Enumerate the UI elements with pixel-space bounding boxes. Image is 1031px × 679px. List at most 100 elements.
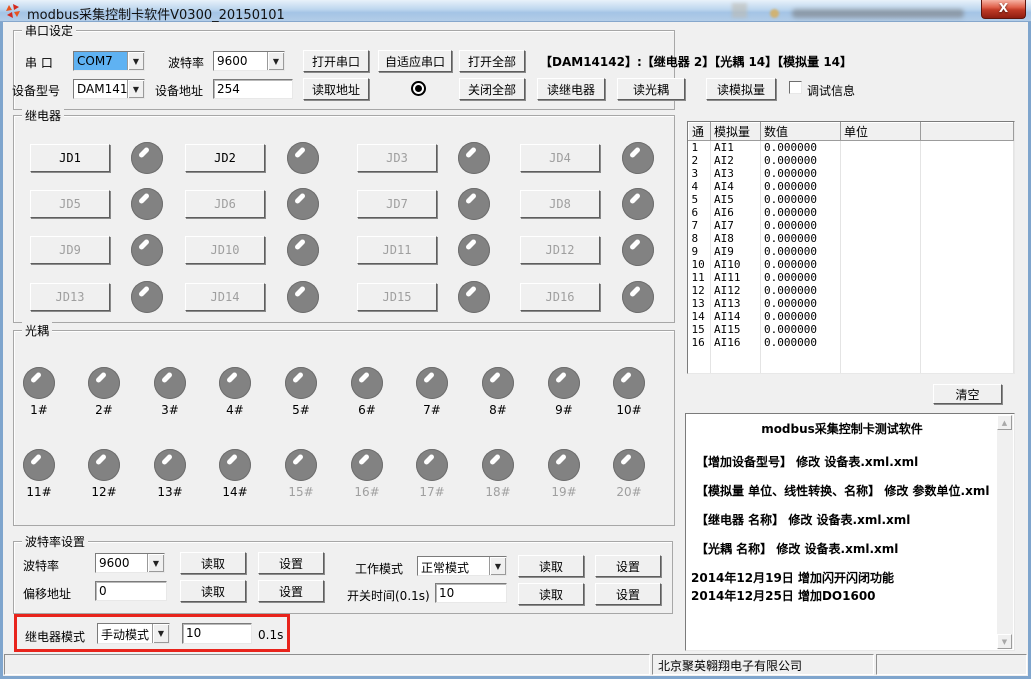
baud-set-button[interactable]: 设置 [258, 552, 324, 574]
table-row[interactable]: 16AI160.000000 [689, 336, 1014, 349]
switch-time-set-button[interactable]: 设置 [595, 583, 661, 605]
table-cell [841, 284, 921, 297]
table-cell: 2 [689, 154, 711, 167]
opto-label-18: 18# [476, 485, 520, 499]
table-cell: AI16 [711, 336, 761, 349]
table-cell [921, 284, 1014, 297]
app-window: modbus采集控制卡软件V0300_20150101 X 串口设定 串 口 C… [0, 0, 1031, 679]
table-cell: AI2 [711, 154, 761, 167]
table-cell: 0.000000 [761, 336, 841, 349]
opto-knob-icon [154, 367, 186, 399]
switch-time-input[interactable]: 10 [435, 583, 507, 603]
status-panel-right [876, 654, 1027, 675]
table-row[interactable]: 8AI80.000000 [689, 232, 1014, 245]
table-row[interactable]: 12AI120.000000 [689, 284, 1014, 297]
table-row[interactable]: 1AI10.000000 [689, 141, 1014, 155]
switch-time-label: 开关时间(0.1s) [347, 587, 430, 604]
offset-input[interactable]: 0 [95, 581, 167, 601]
table-cell [711, 349, 761, 362]
relay-mode-combobox[interactable]: 手动模式▼ [97, 623, 170, 644]
table-row[interactable]: 7AI70.000000 [689, 219, 1014, 232]
table-row[interactable]: 9AI90.000000 [689, 245, 1014, 258]
analog-table: 通模拟量数值单位 1AI10.0000002AI20.0000003AI30.0… [688, 122, 1014, 374]
opto-label-14: 14# [213, 485, 257, 499]
opto-knob-icon [285, 367, 317, 399]
analog-table-header[interactable]: 通模拟量数值单位 [689, 123, 1014, 141]
log-line: 【模拟量 单位、线性转换、名称】 修改 参数单位.xml [690, 482, 994, 499]
log-content: modbus采集控制卡测试软件 【增加设备型号】 修改 设备表.xml.xml【… [690, 420, 994, 646]
opto-label-16: 16# [345, 485, 389, 499]
opto-knob-icon [482, 449, 514, 481]
analog-table-body: 1AI10.0000002AI20.0000003AI30.0000004AI4… [689, 141, 1014, 375]
table-cell: 0.000000 [761, 245, 841, 258]
blurred-overlay [792, 9, 964, 18]
opto-knob-icon [613, 367, 645, 399]
table-cell: AI13 [711, 297, 761, 310]
table-row[interactable]: 10AI100.000000 [689, 258, 1014, 271]
table-cell: 5 [689, 193, 711, 206]
opto-knob-icon [88, 449, 120, 481]
table-row[interactable]: 6AI60.000000 [689, 206, 1014, 219]
table-cell: 0.000000 [761, 167, 841, 180]
table-cell [711, 362, 761, 374]
table-cell: 12 [689, 284, 711, 297]
table-cell: 6 [689, 206, 711, 219]
table-cell [841, 349, 921, 362]
table-cell: 9 [689, 245, 711, 258]
opto-knob-icon [219, 449, 251, 481]
opto-label-10: 10# [607, 403, 651, 417]
table-cell [841, 297, 921, 310]
table-cell [689, 349, 711, 362]
table-cell: 0.000000 [761, 232, 841, 245]
relay-time-input[interactable]: 10 [182, 623, 252, 644]
table-cell: AI8 [711, 232, 761, 245]
work-mode-read-button[interactable]: 读取 [518, 555, 584, 577]
clear-button[interactable]: 清空 [933, 384, 1002, 404]
table-cell: 3 [689, 167, 711, 180]
table-cell [921, 336, 1014, 349]
table-row[interactable]: 2AI20.000000 [689, 154, 1014, 167]
table-cell [921, 141, 1014, 155]
work-mode-combobox[interactable]: 正常模式▼ [417, 556, 507, 576]
table-row[interactable]: 14AI140.000000 [689, 310, 1014, 323]
opto-label-5: 5# [279, 403, 323, 417]
log-scrollbar[interactable]: ▲ ▼ [997, 415, 1013, 649]
table-cell: 15 [689, 323, 711, 336]
work-mode-label: 工作模式 [355, 560, 403, 577]
table-cell [761, 349, 841, 362]
baud2-combobox[interactable]: 9600▼ [95, 553, 165, 573]
switch-time-read-button[interactable]: 读取 [518, 583, 584, 605]
table-cell: AI4 [711, 180, 761, 193]
table-cell [841, 154, 921, 167]
log-lines: 【增加设备型号】 修改 设备表.xml.xml 【模拟量 单位、线性转换、名称】 … [690, 453, 994, 604]
baud2-value: 9600 [96, 554, 147, 572]
table-row[interactable]: 3AI30.000000 [689, 167, 1014, 180]
close-button[interactable]: X [981, 0, 1026, 19]
table-row[interactable]: 15AI150.000000 [689, 323, 1014, 336]
analog-col-header-0: 通 [689, 123, 711, 141]
scroll-up-icon[interactable]: ▲ [997, 415, 1012, 430]
table-cell: 0.000000 [761, 180, 841, 193]
table-cell: 0.000000 [761, 310, 841, 323]
table-row[interactable]: 13AI130.000000 [689, 297, 1014, 310]
baud-read-button[interactable]: 读取 [180, 552, 246, 574]
table-cell: 0.000000 [761, 193, 841, 206]
table-row[interactable]: 5AI50.000000 [689, 193, 1014, 206]
log-title: modbus采集控制卡测试软件 [690, 420, 994, 437]
table-cell [921, 206, 1014, 219]
table-cell [841, 336, 921, 349]
log-box: modbus采集控制卡测试软件 【增加设备型号】 修改 设备表.xml.xml【… [685, 413, 1015, 651]
offset-read-button[interactable]: 读取 [180, 580, 246, 602]
analog-col-header-3: 单位 [841, 123, 921, 141]
table-row-empty [689, 349, 1014, 362]
table-row[interactable]: 4AI40.000000 [689, 180, 1014, 193]
table-cell [921, 245, 1014, 258]
scroll-down-icon[interactable]: ▼ [997, 634, 1012, 649]
work-mode-set-button[interactable]: 设置 [595, 555, 661, 577]
table-cell [841, 232, 921, 245]
log-line: 【增加设备型号】 修改 设备表.xml.xml [690, 453, 994, 470]
offset-set-button[interactable]: 设置 [258, 580, 324, 602]
status-panel-left [4, 654, 650, 675]
table-cell [921, 232, 1014, 245]
table-row[interactable]: 11AI110.000000 [689, 271, 1014, 284]
